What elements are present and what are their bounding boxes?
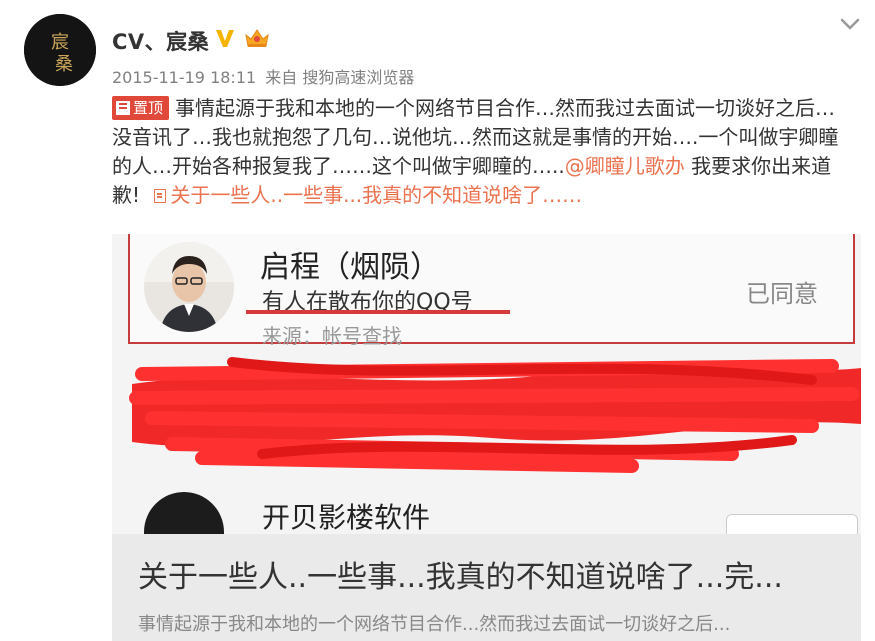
avatar-logo: 宸 桑 xyxy=(24,14,96,86)
crown-icon[interactable] xyxy=(244,27,270,49)
username[interactable]: CV、宸桑 xyxy=(112,26,209,56)
screenshot-avatar xyxy=(144,242,234,332)
post-time[interactable]: 2015-11-19 18:11 xyxy=(112,68,256,87)
screenshot-bottom-avatar xyxy=(144,492,224,534)
mention-link[interactable]: @卿瞳儿歌办 xyxy=(565,154,685,178)
verified-v-icon[interactable] xyxy=(213,26,237,50)
screenshot-status: 已同意 xyxy=(746,280,818,308)
svg-text:宸: 宸 xyxy=(51,32,69,53)
red-underline xyxy=(246,310,510,314)
article-summary: 事情起源于我和本地的一个网络节目合作...然而我过去面试一切谈好之后... xyxy=(138,614,731,635)
svg-text:桑: 桑 xyxy=(55,54,73,75)
post-meta: 2015-11-19 18:11 来自 搜狗高速浏览器 xyxy=(112,64,414,88)
screenshot-contact-name: 启程（烟陨） xyxy=(260,250,440,285)
post-text: 置顶 事情起源于我和本地的一个网络节目合作…然而我过去面试一切谈好之后…没音讯了…… xyxy=(112,94,852,210)
article-icon xyxy=(154,189,167,203)
red-scribble-redaction xyxy=(129,357,861,473)
article-title[interactable]: 关于一些人..一些事...我真的不知道说啥了...完... xyxy=(138,552,783,596)
avatar[interactable]: 宸 桑 xyxy=(24,14,96,86)
screenshot-source: 来源：帐号查找 xyxy=(262,324,402,348)
pin-icon xyxy=(116,101,130,115)
pinned-badge: 置顶 xyxy=(112,96,170,120)
person-photo xyxy=(144,242,234,332)
pinned-label: 置顶 xyxy=(133,99,164,117)
article-card[interactable]: 启程（烟陨） 有人在散布你的QQ号 来源：帐号查找 已同意 开贝影楼软件 关于一… xyxy=(112,234,861,641)
screenshot-bottom-button xyxy=(726,514,858,534)
article-link-label[interactable]: 关于一些人..一些事...我真的不知道说啥了…… xyxy=(170,183,582,207)
screenshot-bottom-name: 开贝影楼软件 xyxy=(262,501,431,534)
post-source: 来自 搜狗高速浏览器 xyxy=(265,68,415,87)
chevron-down-icon[interactable] xyxy=(839,16,861,32)
article-link[interactable]: 关于一些人..一些事...我真的不知道说啥了…… xyxy=(146,183,582,207)
article-cover-image: 启程（烟陨） 有人在散布你的QQ号 来源：帐号查找 已同意 开贝影楼软件 xyxy=(112,234,861,534)
